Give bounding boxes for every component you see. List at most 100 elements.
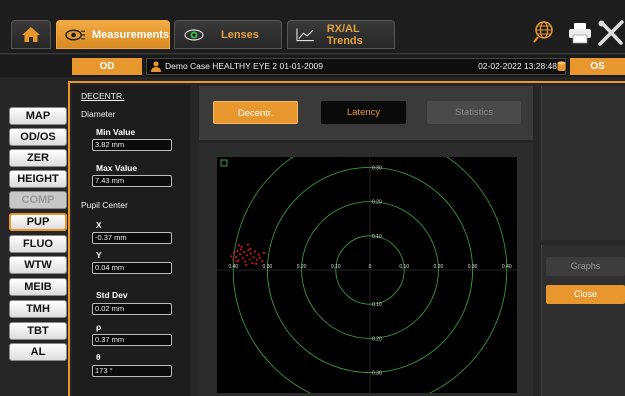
globe-icon[interactable] xyxy=(531,20,555,44)
scatter-point xyxy=(245,254,248,257)
y-tick-label: 0.30 xyxy=(372,371,382,377)
x-tick-label: 0.10 xyxy=(399,264,409,270)
scatter-point xyxy=(255,262,258,265)
scatter-point xyxy=(238,244,240,247)
scatter-point xyxy=(258,256,261,259)
x-tick-label: 0.20 xyxy=(434,264,444,270)
scatter-point xyxy=(256,258,259,261)
scatter-point xyxy=(248,258,251,261)
od-eye-button[interactable]: OD xyxy=(72,58,142,75)
scatter-point xyxy=(245,263,248,266)
scatter-point xyxy=(261,260,264,263)
nav-pup[interactable]: PUP xyxy=(9,213,67,231)
nav-tbt[interactable]: TBT xyxy=(9,322,67,340)
printer-icon[interactable] xyxy=(568,22,592,44)
person-icon xyxy=(151,61,161,72)
nav-tmh[interactable]: TMH xyxy=(9,300,67,318)
scatter-point xyxy=(243,251,246,254)
database-icon[interactable] xyxy=(557,61,566,72)
scatter-point xyxy=(235,260,238,263)
tab-measurements[interactable]: Measurements xyxy=(56,20,170,49)
lens-icon xyxy=(184,28,204,41)
y-tick-label: 0.30 xyxy=(372,165,382,171)
y-tick-label: 0.10 xyxy=(372,302,382,308)
tab-decentr[interactable]: Decentr. xyxy=(213,101,298,124)
decentration-plot: 0.400.300.200.1000.100.200.300.400.400.3… xyxy=(217,157,517,393)
nav-al[interactable]: AL xyxy=(9,343,67,361)
rho-field: 0.37 mm xyxy=(92,334,172,346)
x-label: X xyxy=(96,220,102,230)
trend-chart-icon xyxy=(296,27,314,41)
scatter-point xyxy=(247,243,249,246)
scatter-point xyxy=(244,260,247,263)
scatter-point xyxy=(237,259,240,262)
rho-label: ρ xyxy=(96,322,102,332)
scatter-point xyxy=(239,253,241,256)
eye-measure-icon xyxy=(65,29,86,40)
home-button[interactable] xyxy=(11,20,51,49)
y-label: Y xyxy=(96,250,102,260)
min-value-label: Min Value xyxy=(96,127,136,137)
diameter-heading: Diameter xyxy=(81,109,116,119)
nav-meib[interactable]: MEIB xyxy=(9,278,67,296)
scatter-point xyxy=(257,253,260,256)
nav-zer[interactable]: ZER xyxy=(9,149,67,167)
tab-rx-al-trends[interactable]: RX/AL Trends xyxy=(287,20,395,49)
pupil-center-heading: Pupil Center xyxy=(81,200,128,210)
nav-wtw[interactable]: WTW xyxy=(9,256,67,274)
tab-latency[interactable]: Latency xyxy=(321,101,406,124)
tab-lenses[interactable]: Lenses xyxy=(174,20,282,49)
x-tick-label: 0.10 xyxy=(331,264,341,270)
scatter-point xyxy=(251,262,254,265)
nav-comp: COMP xyxy=(9,191,67,209)
analysis-tab-bar: Decentr. Latency Statistics xyxy=(199,86,533,140)
scatter-point xyxy=(247,249,250,252)
patient-info: Demo Case HEALTHY EYE 2 01-01-2009 02-02… xyxy=(146,58,566,75)
patient-bar: OD Demo Case HEALTHY EYE 2 01-01-2009 02… xyxy=(0,55,625,77)
app-window: Measurements Lenses RX/AL Trends OD Demo… xyxy=(0,0,625,396)
scatter-point xyxy=(241,257,244,259)
std-dev-field: 0.02 mm xyxy=(92,303,172,315)
tab-label: Measurements xyxy=(91,28,169,41)
scatter-point xyxy=(263,252,265,254)
theta-label: θ xyxy=(96,352,101,362)
graphs-button: Graphs xyxy=(546,257,625,276)
right-info-panel xyxy=(541,86,625,240)
nav-map[interactable]: MAP xyxy=(9,107,67,125)
measurement-panel: DECENTR. Diameter Min Value 3.82 mm Max … xyxy=(72,85,190,396)
tab-label: Lenses xyxy=(221,28,259,41)
max-value-label: Max Value xyxy=(96,163,138,173)
x-tick-label: 0 xyxy=(369,264,372,270)
tab-statistics: Statistics xyxy=(427,101,521,124)
scatter-point xyxy=(236,250,239,253)
y-tick-label: 0.10 xyxy=(372,234,382,240)
tools-icon[interactable] xyxy=(598,20,625,46)
nav-od-os[interactable]: OD/OS xyxy=(9,128,67,146)
min-value-field: 3.82 mm xyxy=(92,139,172,151)
y-field: 0.04 mm xyxy=(92,262,172,274)
exam-datetime: 02-02-2022 13:28:48 xyxy=(478,61,557,71)
scatter-point xyxy=(252,256,255,259)
scatter-point xyxy=(240,245,243,248)
os-eye-button[interactable]: OS xyxy=(570,58,625,75)
home-icon xyxy=(22,27,40,42)
patient-name: Demo Case HEALTHY EYE 2 01-01-2009 xyxy=(165,61,323,71)
plot-panel: 0.400.300.200.1000.100.200.300.400.400.3… xyxy=(199,143,533,396)
top-toolbar: Measurements Lenses RX/AL Trends xyxy=(0,0,625,54)
plot-background xyxy=(217,157,517,393)
x-tick-label: 0.30 xyxy=(468,264,478,270)
scatter-point xyxy=(250,252,252,255)
std-dev-label: Std Dev xyxy=(96,290,128,300)
scatter-point xyxy=(235,256,237,258)
scatter-point xyxy=(232,252,235,254)
tab-label: RX/AL Trends xyxy=(326,22,363,47)
scatter-point xyxy=(239,248,242,251)
close-button[interactable]: Close xyxy=(546,285,625,304)
y-tick-label: 0.20 xyxy=(372,200,382,206)
x-tick-label: 0.30 xyxy=(263,264,273,270)
scatter-point xyxy=(230,255,233,258)
x-field: -0.37 mm xyxy=(92,232,172,244)
nav-height[interactable]: HEIGHT xyxy=(9,170,67,188)
nav-fluo[interactable]: FLUO xyxy=(9,235,67,253)
scatter-point xyxy=(232,258,235,261)
